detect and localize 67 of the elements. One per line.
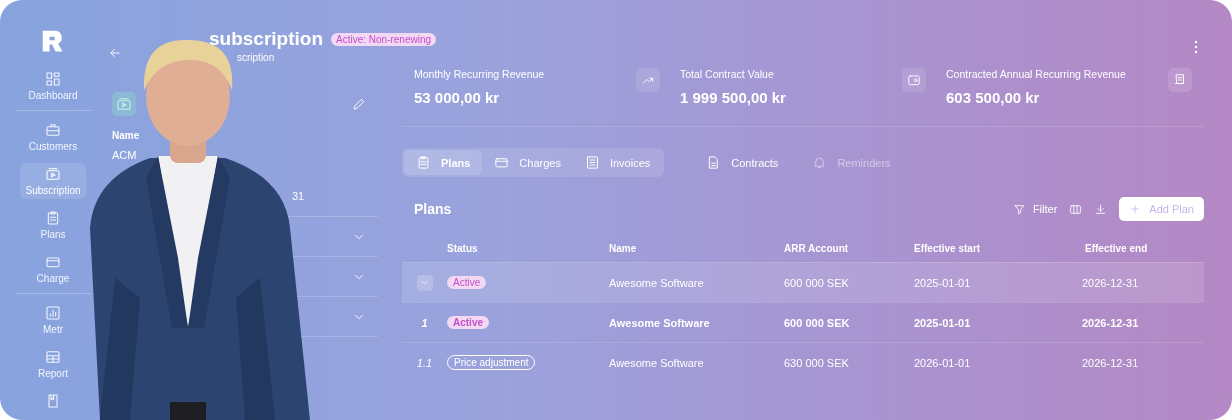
tab[interactable]: Contracts (694, 150, 791, 175)
plus-icon (1129, 203, 1142, 215)
field-label: Name (112, 130, 141, 141)
status-badge: Active: Non-renewing (331, 32, 437, 46)
edit-icon[interactable] (352, 97, 366, 111)
stat-value: 603 500,00 kr (946, 89, 1041, 106)
table-cell: 2025-01-01 (914, 316, 971, 329)
card-icon (494, 155, 510, 170)
columns-icon[interactable] (1069, 202, 1083, 216)
table-cell: 600 000 SEK (784, 276, 849, 289)
row-index: 1.1 (416, 356, 433, 369)
tab[interactable]: Charges (482, 150, 573, 175)
stat-value: 53 000,00 kr (414, 89, 501, 106)
stat-value: 1 999 500,00 kr (680, 89, 786, 106)
table-cell: 600 000 SEK (784, 316, 850, 329)
field-value: 31 (292, 190, 305, 202)
bar-chart-icon (45, 305, 61, 321)
book-icon (45, 393, 61, 409)
nav-item[interactable]: Subscription (20, 163, 86, 200)
nav-item[interactable]: Metr (38, 302, 68, 338)
table-cell: 2026-01-01 (914, 356, 971, 369)
download-icon[interactable] (1094, 202, 1108, 216)
status-badge: Active (447, 316, 489, 329)
nav-item[interactable]: Report (33, 346, 73, 382)
nav-item[interactable]: Dashboard (23, 68, 83, 105)
nav-item[interactable]: Charge (31, 251, 75, 288)
play-box-icon (45, 166, 61, 183)
nav-item[interactable]: Customers (23, 119, 83, 156)
column-header: Effective start (914, 243, 981, 254)
field-value: ACM (112, 149, 138, 161)
table-cell: 630 000 SEK (784, 356, 849, 369)
add-plan-button[interactable]: Add Plan (1119, 197, 1204, 221)
stat-label: Monthly Recurring Revenue (414, 68, 545, 80)
stat-label: Total Contract Value (680, 68, 775, 80)
filter-button[interactable]: Filter (1012, 202, 1058, 216)
squares-icon (45, 71, 61, 88)
tab[interactable]: Invoices (572, 150, 663, 175)
wallet-icon (907, 73, 921, 87)
table-cell: Awesome Software (609, 316, 710, 329)
table-cell: 2026-12-31 (1082, 316, 1139, 329)
page-subtitle: scription (237, 52, 276, 63)
column-header: Effective end (1085, 243, 1148, 254)
column-header: ARR Account (784, 243, 849, 254)
back-arrow-icon[interactable] (108, 46, 122, 60)
more-menu-icon[interactable] (1194, 40, 1198, 54)
briefcase-icon (45, 122, 61, 139)
column-header: Name (609, 243, 637, 254)
table-cell: Awesome Software (609, 276, 704, 289)
nav-item[interactable]: Plans (35, 207, 71, 244)
clipboard-icon (416, 155, 431, 170)
table-cell: 2025-01-01 (914, 276, 971, 289)
table-cell: 2026-12-31 (1082, 276, 1139, 289)
status-badge: Active (447, 276, 487, 289)
clipboard-icon (45, 210, 61, 227)
stat-label: Contracted Annual Recurring Revenue (946, 68, 1126, 80)
filter-icon (1012, 202, 1026, 216)
table-cell: 2026-12-31 (1082, 356, 1139, 369)
list-icon (584, 155, 600, 170)
table-cell: Awesome Software (609, 356, 704, 369)
column-header: Status (447, 243, 478, 254)
expand-toggle[interactable] (416, 274, 433, 291)
receipt-icon (1173, 73, 1187, 87)
table-icon (45, 349, 61, 365)
row-index: 1 (421, 316, 428, 329)
section-title: Plans (414, 201, 452, 217)
page-title: subscription (209, 28, 323, 50)
tab[interactable]: Plans (404, 150, 483, 175)
